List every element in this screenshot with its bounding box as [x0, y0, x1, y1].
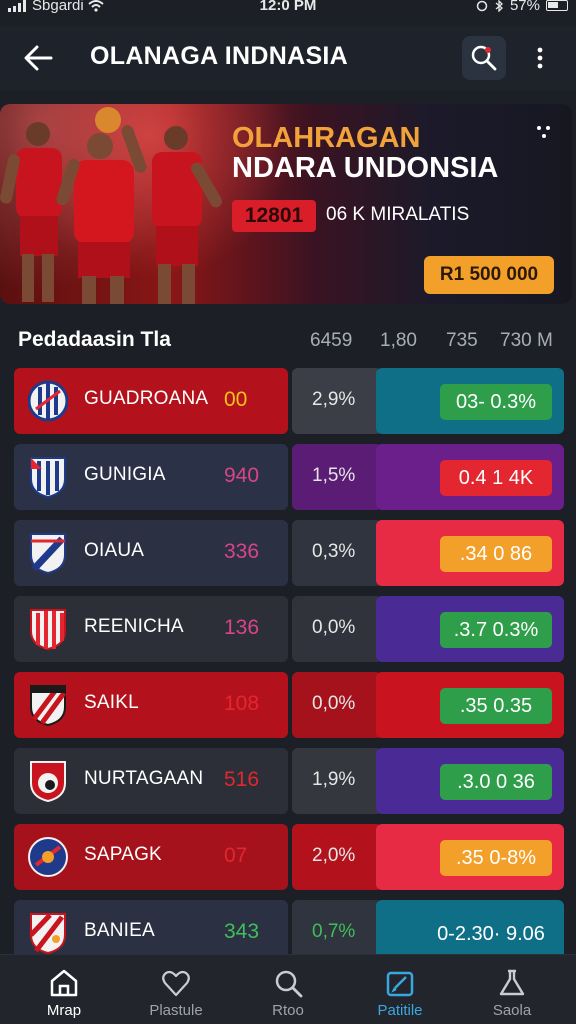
battery-icon — [546, 0, 568, 11]
team-crest-icon — [30, 457, 66, 499]
search-icon — [471, 45, 497, 71]
team-score: 108 — [224, 692, 260, 715]
team-score: 336 — [224, 540, 260, 563]
team-crest-icon — [28, 380, 68, 422]
team-name: SAPAGK — [84, 844, 162, 865]
team-crest-icon — [30, 685, 67, 727]
nav-item-search[interactable]: Rtoo — [238, 955, 338, 1024]
team-name: NURTAGAAN — [84, 768, 204, 789]
nav-item-home[interactable]: Mrap — [14, 955, 114, 1024]
odds-button[interactable]: .35 0.35 — [440, 688, 552, 724]
search-button[interactable] — [462, 36, 506, 80]
nav-item-favorites[interactable]: Plastule — [126, 955, 226, 1024]
nav-label: Saola — [492, 1002, 532, 1019]
team-percentage: 2,0% — [312, 845, 356, 866]
team-percentage: 1,9% — [312, 769, 356, 790]
team-score: 940 — [224, 464, 260, 487]
search-icon — [275, 970, 303, 998]
nav-label: Mrap — [46, 1002, 82, 1019]
team-crest-icon — [28, 837, 68, 877]
heart-icon — [162, 970, 190, 997]
bluetooth-icon — [495, 0, 503, 12]
more-vertical-icon — [537, 47, 543, 69]
status-bar: Sbgardi 12:0 PM 57% — [0, 0, 576, 18]
column-header: 6459 — [310, 330, 353, 351]
table-row[interactable]: REENICHA 136 0,0% .3.7 0.3% — [14, 596, 564, 662]
dots-icon — [537, 126, 550, 138]
team-crest-icon — [30, 609, 66, 651]
team-score: 343 — [224, 920, 260, 943]
banner-title-line1: OLAHRAGAN — [232, 122, 421, 154]
list-title: Pedadaasin Tla — [18, 328, 171, 351]
team-percentage: 0,7% — [312, 921, 356, 942]
table-row[interactable]: NURTAGAAN 516 1,9% .3.0 0 36 — [14, 748, 564, 814]
team-percentage: 0,0% — [312, 617, 356, 638]
odds-button[interactable]: 0-2.30· 9.06 — [426, 916, 556, 952]
banner-title-line2: NDARA UNDONSIA — [232, 152, 499, 184]
nav-label: Rtoo — [272, 1002, 304, 1019]
bottom-navigation: Mrap Plastule Rtoo Patitile Saola — [0, 954, 576, 1024]
promo-banner[interactable]: OLAHRAGAN NDARA UNDONSIA 12801 06 K MIRA… — [0, 104, 572, 304]
team-score: 516 — [224, 768, 260, 791]
odds-button[interactable]: 03- 0.3% — [440, 384, 552, 420]
team-score: 136 — [224, 616, 260, 639]
odds-button[interactable]: .35 0-8% — [440, 840, 552, 876]
team-percentage: 1,5% — [312, 465, 356, 486]
team-name: REENICHA — [84, 616, 184, 637]
arrow-left-icon — [24, 45, 53, 71]
team-crest-icon — [30, 533, 66, 575]
team-name: BANIEA — [84, 920, 155, 941]
team-percentage: 0,3% — [312, 541, 356, 562]
table-row[interactable]: SAPAGK 07 2,0% .35 0-8% — [14, 824, 564, 890]
nav-label: Patitile — [377, 1002, 423, 1019]
banner-badge: 12801 — [232, 200, 316, 232]
team-name: SAIKL — [84, 692, 139, 713]
home-icon — [50, 969, 78, 997]
team-percentage: 0,0% — [312, 693, 356, 714]
team-name: GUADROANA — [84, 388, 209, 409]
players-illustration — [0, 107, 222, 304]
alarm-icon — [476, 0, 488, 11]
odds-button[interactable]: .3.7 0.3% — [440, 612, 552, 648]
team-crest-icon — [29, 913, 66, 954]
table-row[interactable]: BANIEA 343 0,7% 0-2.30· 9.06 — [14, 900, 564, 954]
table-row[interactable]: GUADROANA 00 2,9% 03- 0.3% — [14, 368, 564, 434]
edit-icon — [386, 971, 414, 997]
team-percentage: 2,9% — [312, 389, 356, 410]
nav-label: Plastule — [149, 1002, 203, 1019]
odds-button[interactable]: .34 0 86 — [440, 536, 552, 572]
table-row[interactable]: OIAUA 336 0,3% .34 0 86 — [14, 520, 564, 586]
app-bar: OLANAGA INDNASIA — [0, 26, 576, 90]
list-header: Pedadaasin Tla 6459 1,80 735 730 M — [0, 322, 576, 358]
odds-button[interactable]: 0.4 1 4K — [440, 460, 552, 496]
back-button[interactable] — [18, 38, 58, 78]
column-header: 735 — [446, 330, 478, 351]
column-header: 730 M — [500, 330, 553, 351]
page-title: OLANAGA INDNASIA — [90, 42, 349, 70]
table-row[interactable]: GUNIGIA 940 1,5% 0.4 1 4K — [14, 444, 564, 510]
team-name: GUNIGIA — [84, 464, 166, 485]
banner-price-button[interactable]: R1 500 000 — [424, 256, 554, 294]
flask-icon — [499, 969, 525, 996]
table-row[interactable]: SAIKL 108 0,0% .35 0.35 — [14, 672, 564, 738]
team-score: 07 — [224, 844, 248, 867]
nav-item-lab[interactable]: Saola — [462, 955, 562, 1024]
odds-button[interactable]: .3.0 0 36 — [440, 764, 552, 800]
battery-percent: 57% — [509, 0, 540, 14]
banner-subtitle: 06 K MIRALATIS — [326, 204, 470, 225]
column-header: 1,80 — [380, 330, 417, 351]
nav-item-edit[interactable]: Patitile — [350, 955, 450, 1024]
team-score: 00 — [224, 388, 248, 411]
team-name: OIAUA — [84, 540, 145, 561]
team-crest-icon — [30, 761, 66, 803]
more-options-button[interactable] — [522, 36, 558, 80]
